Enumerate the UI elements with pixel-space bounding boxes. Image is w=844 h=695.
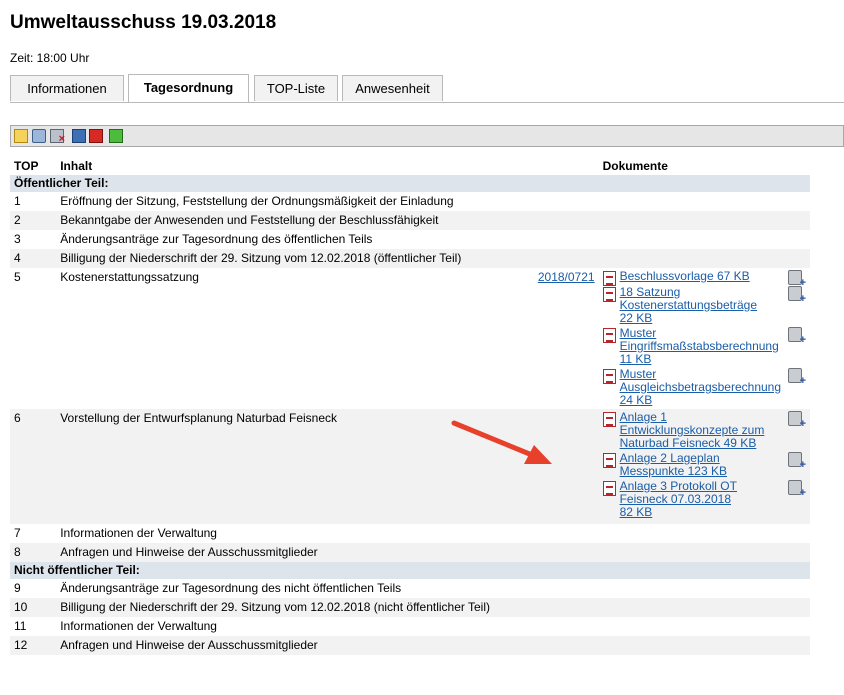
document-link[interactable]: Anlage 2 Lageplan Messpunkte 123 KB [620, 451, 727, 478]
document-link[interactable]: Anlage 1 Entwicklungskonzepte zum Naturbad… [620, 410, 765, 450]
row-inhalt: Kostenerstattungssatzung [60, 270, 199, 284]
document-link[interactable]: Beschlussvorlage 67 KB [620, 269, 750, 283]
row-inhalt: Informationen der Verwaltung [60, 619, 217, 633]
row-top: 4 [10, 249, 57, 268]
document-item: Anlage 2 Lageplan Messpunkte 123 KB [602, 451, 806, 478]
pdf-icon [602, 271, 616, 286]
section-public: Öffentlicher Teil: [10, 175, 810, 192]
screen-green-icon[interactable] [109, 129, 123, 143]
row-top: 1 [14, 194, 21, 208]
clipboard-add-icon[interactable] [788, 270, 806, 289]
document-item: Muster Eingriffsmaßstabsberechnung 11 KB [602, 326, 806, 366]
row-inhalt: Anfragen und Hinweise der Ausschussmitgl… [56, 543, 466, 562]
document-link[interactable]: Muster Eingriffsmaßstabsberechnung 11 KB [620, 326, 779, 366]
print-icon[interactable] [32, 129, 46, 143]
document-item: 18 Satzung Kostenerstattungsbeträge 22 KB [602, 285, 806, 325]
row-top: 5 [14, 270, 21, 284]
section-nonpublic: Nicht öffentlicher Teil: [10, 562, 810, 579]
toolbar: × [10, 125, 844, 147]
tab-divider [10, 102, 844, 103]
row-top: 3 [14, 232, 21, 246]
document-item: Anlage 3 Protokoll OT Feisneck 07.03.2018… [602, 479, 806, 519]
table-row: 12 Anfragen und Hinweise der Ausschussmi… [10, 636, 810, 655]
table-header: TOP Inhalt Dokumente [10, 157, 810, 175]
document-item: Muster Ausgleichsbetragsberechnung 24 KB [602, 367, 806, 407]
row-inhalt: Bekanntgabe der Anwesenden und Feststell… [56, 211, 466, 230]
row-inhalt: Billigung der Niederschrift der 29. Sitz… [56, 249, 466, 268]
row-top: 10 [10, 598, 57, 617]
tab-top-liste[interactable]: TOP-Liste [254, 75, 338, 101]
tab-informationen[interactable]: Informationen [10, 75, 124, 101]
document-link[interactable]: Muster Ausgleichsbetragsberechnung 24 KB [620, 367, 781, 407]
table-row: 9 Änderungsanträge zur Tagesordnung des … [10, 579, 810, 598]
row-top: 9 [14, 581, 21, 595]
clipboard-add-icon[interactable] [788, 411, 806, 430]
row-inhalt: Änderungsanträge zur Tagesordnung des ni… [60, 581, 402, 595]
table-row: 11 Informationen der Verwaltung [10, 617, 810, 636]
clipboard-add-icon[interactable] [788, 327, 806, 346]
table-row: 3 Änderungsanträge zur Tagesordnung des … [10, 230, 810, 249]
pdf-icon [602, 453, 616, 468]
tab-tagesordnung[interactable]: Tagesordnung [128, 74, 249, 103]
row-inhalt: Anfragen und Hinweise der Ausschussmitgl… [56, 636, 466, 655]
table-row: 4 Billigung der Niederschrift der 29. Si… [10, 249, 810, 268]
header-top: TOP [10, 157, 57, 175]
clipboard-add-icon[interactable] [788, 480, 806, 499]
row-top: 8 [10, 543, 57, 562]
row-inhalt: Billigung der Niederschrift der 29. Sitz… [56, 598, 810, 617]
clipboard-icon[interactable] [72, 129, 86, 143]
table-row: 7 Informationen der Verwaltung [10, 524, 810, 543]
section-label: Öffentlicher Teil: [10, 175, 810, 192]
document-item: Beschlussvorlage 67 KB [602, 269, 806, 289]
row-top: 2 [10, 211, 57, 230]
row-top: 6 [10, 409, 57, 524]
row-top: 11 [14, 619, 27, 633]
header-ref [466, 157, 599, 175]
table-row: 2 Bekanntgabe der Anwesenden und Festste… [10, 211, 810, 230]
document-item: Anlage 1 Entwicklungskonzepte zum Naturbad… [602, 410, 806, 450]
pdf-icon [602, 287, 616, 302]
row-inhalt: Informationen der Verwaltung [60, 526, 217, 540]
header-inhalt: Inhalt [56, 157, 466, 175]
print-delete-icon[interactable]: × [50, 129, 65, 145]
vorlage-link[interactable]: 2018/0721 [538, 270, 595, 284]
annotation-arrow-icon [451, 420, 552, 464]
row-inhalt: Vorstellung der Entwurfsplanung Naturbad… [56, 409, 466, 524]
agenda-table: TOP Inhalt Dokumente Öffentlicher Teil: … [10, 157, 810, 655]
header-dokumente: Dokumente [598, 157, 810, 175]
row-inhalt: Änderungsanträge zur Tagesordnung des öf… [60, 232, 373, 246]
meeting-time: Zeit: 18:00 Uhr [10, 51, 90, 65]
pdf-icon [602, 369, 616, 384]
table-row: 1 Eröffnung der Sitzung, Feststellung de… [10, 192, 810, 211]
row-top: 12 [10, 636, 57, 655]
pdf-icon [602, 412, 616, 427]
document-link[interactable]: 18 Satzung Kostenerstattungsbeträge 22 KB [620, 285, 757, 325]
table-row: 6 Vorstellung der Entwurfsplanung Naturb… [10, 409, 810, 524]
screen-red-icon[interactable] [89, 129, 103, 143]
row-top: 7 [14, 526, 21, 540]
table-row: 5 Kostenerstattungssatzung 2018/0721 Bes… [10, 268, 810, 409]
section-label: Nicht öffentlicher Teil: [10, 562, 810, 579]
document-link[interactable]: Anlage 3 Protokoll OT Feisneck 07.03.2018… [620, 479, 737, 519]
pdf-icon [602, 328, 616, 343]
mail-icon[interactable] [14, 129, 28, 143]
clipboard-add-icon[interactable] [788, 452, 806, 471]
clipboard-add-icon[interactable] [788, 286, 806, 305]
pdf-icon [602, 481, 616, 496]
table-row: 8 Anfragen und Hinweise der Ausschussmit… [10, 543, 810, 562]
tab-anwesenheit[interactable]: Anwesenheit [342, 75, 443, 101]
clipboard-add-icon[interactable] [788, 368, 806, 387]
row-inhalt: Eröffnung der Sitzung, Feststellung der … [60, 194, 454, 208]
page-title: Umweltausschuss 19.03.2018 [10, 12, 277, 33]
table-row: 10 Billigung der Niederschrift der 29. S… [10, 598, 810, 617]
